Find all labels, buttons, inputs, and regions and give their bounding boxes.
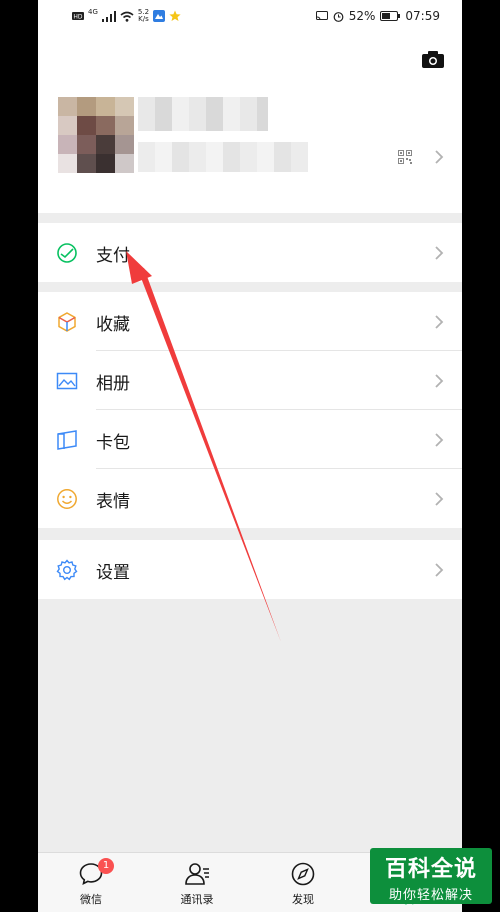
network-speed: 5.2 K/s [138,9,149,23]
chevron-right-icon [435,492,444,506]
tab-discover[interactable]: 发现 [250,853,356,912]
watermark-subtitle: 助你轻松解决 [388,888,473,903]
battery-icon [380,11,401,21]
status-left: HD 4G 5.2 K/s [72,8,181,23]
svg-text:HD: HD [73,14,83,21]
watermark-title: 百科全说 [384,857,477,882]
app-notification-icon [153,10,166,22]
status-bar: HD 4G 5.2 K/s 52% 07:59 [38,0,462,32]
network-label: 4G [88,8,98,16]
tab-label-chats: 微信 [80,893,102,906]
menu-item-settings[interactable]: 设置 [38,540,462,599]
menu-label-album: 相册 [96,374,130,394]
favorites-icon [58,312,76,332]
blurred-wechat-id [138,142,308,172]
tab-label-contacts: 通讯录 [180,893,214,906]
stickers-icon [57,489,77,509]
watermark-logo: 百科全说 助你轻松解决 [370,848,492,904]
chevron-right-icon [435,246,444,260]
menu-label-cards: 卡包 [96,433,130,453]
camera-icon[interactable] [422,50,444,68]
menu-label-pay: 支付 [96,246,130,266]
tab-chats[interactable]: 1 微信 [38,853,144,912]
chevron-right-icon [435,374,444,388]
album-icon [56,372,78,390]
qr-code-icon[interactable] [398,150,412,164]
alarm-icon [333,11,344,22]
profile-header[interactable] [38,32,462,213]
menu-item-cards[interactable]: 卡包 [38,410,462,469]
menu-label-settings: 设置 [96,563,130,583]
star-icon [169,10,181,21]
menu-label-favorites: 收藏 [96,315,130,335]
avatar[interactable] [58,97,134,173]
unread-badge: 1 [98,858,114,874]
wifi-icon [120,11,134,22]
chevron-right-icon [435,315,444,329]
menu-label-stickers: 表情 [96,492,130,512]
hd-icon: HD [72,12,84,21]
blurred-nickname [138,97,268,131]
content-group: 收藏 相册 卡包 表情 [38,292,462,528]
speed-unit: K/s [138,15,149,23]
compass-icon [291,862,315,886]
cards-icon [57,430,77,450]
status-right: 52% 07:59 [315,9,440,23]
phone-screen: HD 4G 5.2 K/s 52% 07:59 支付 收藏 相册 卡包 表情 设… [38,0,462,912]
chevron-right-icon [435,433,444,447]
menu-item-favorites[interactable]: 收藏 [38,292,462,351]
battery-percent: 52% [348,9,376,23]
settings-group: 设置 [38,540,462,599]
clock: 07:59 [405,9,440,23]
chevron-right-icon [435,563,444,577]
menu-item-stickers[interactable]: 表情 [38,469,462,528]
pay-group: 支付 [38,223,462,282]
menu-item-pay[interactable]: 支付 [38,223,462,282]
chevron-right-icon [435,150,444,164]
signal-icon [101,10,116,22]
pay-icon [57,243,77,263]
menu-item-album[interactable]: 相册 [38,351,462,410]
cast-icon [315,11,328,21]
tab-contacts[interactable]: 通讯录 [144,853,250,912]
tab-label-discover: 发现 [292,893,314,906]
contacts-icon [185,863,209,885]
settings-icon [56,559,78,581]
